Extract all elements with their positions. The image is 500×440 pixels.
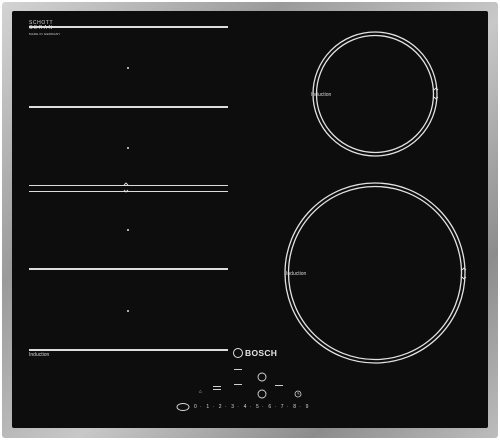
power-level-separator: · [212,404,215,410]
power-level-separator: · [262,404,264,410]
power-level-0[interactable]: 0 [194,404,197,410]
power-level-separator: · [200,404,202,410]
power-level-4[interactable]: 4 [244,404,247,410]
top-right-zone-label: Induction [311,92,332,98]
flex-zone-label: Induction [29,352,50,358]
power-level-5[interactable]: 5 [256,404,259,410]
power-level-6[interactable]: 6 [268,404,271,410]
power-level-separator: · [299,404,301,410]
power-level-separator: · [249,404,252,410]
power-level-3[interactable]: 3 [231,404,234,410]
maker-logo-text: BOSCH [245,348,278,358]
hob-graphics [123,31,467,411]
bottom-right-zone-label: Induction [286,271,307,277]
power-level-separator: · [274,404,277,410]
power-level-separator: · [237,404,239,410]
power-level-separator: · [224,404,227,410]
child-lock-icon[interactable]: ⌂ [199,390,202,395]
power-level-2[interactable]: 2 [219,404,222,410]
power-level-7[interactable]: 7 [281,404,284,410]
bosch-logo-icon [233,348,243,358]
power-level-1[interactable]: 1 [206,404,209,410]
power-level-8[interactable]: 8 [293,404,296,410]
power-level-9[interactable]: 9 [306,404,309,410]
power-level-separator: · [286,404,289,410]
